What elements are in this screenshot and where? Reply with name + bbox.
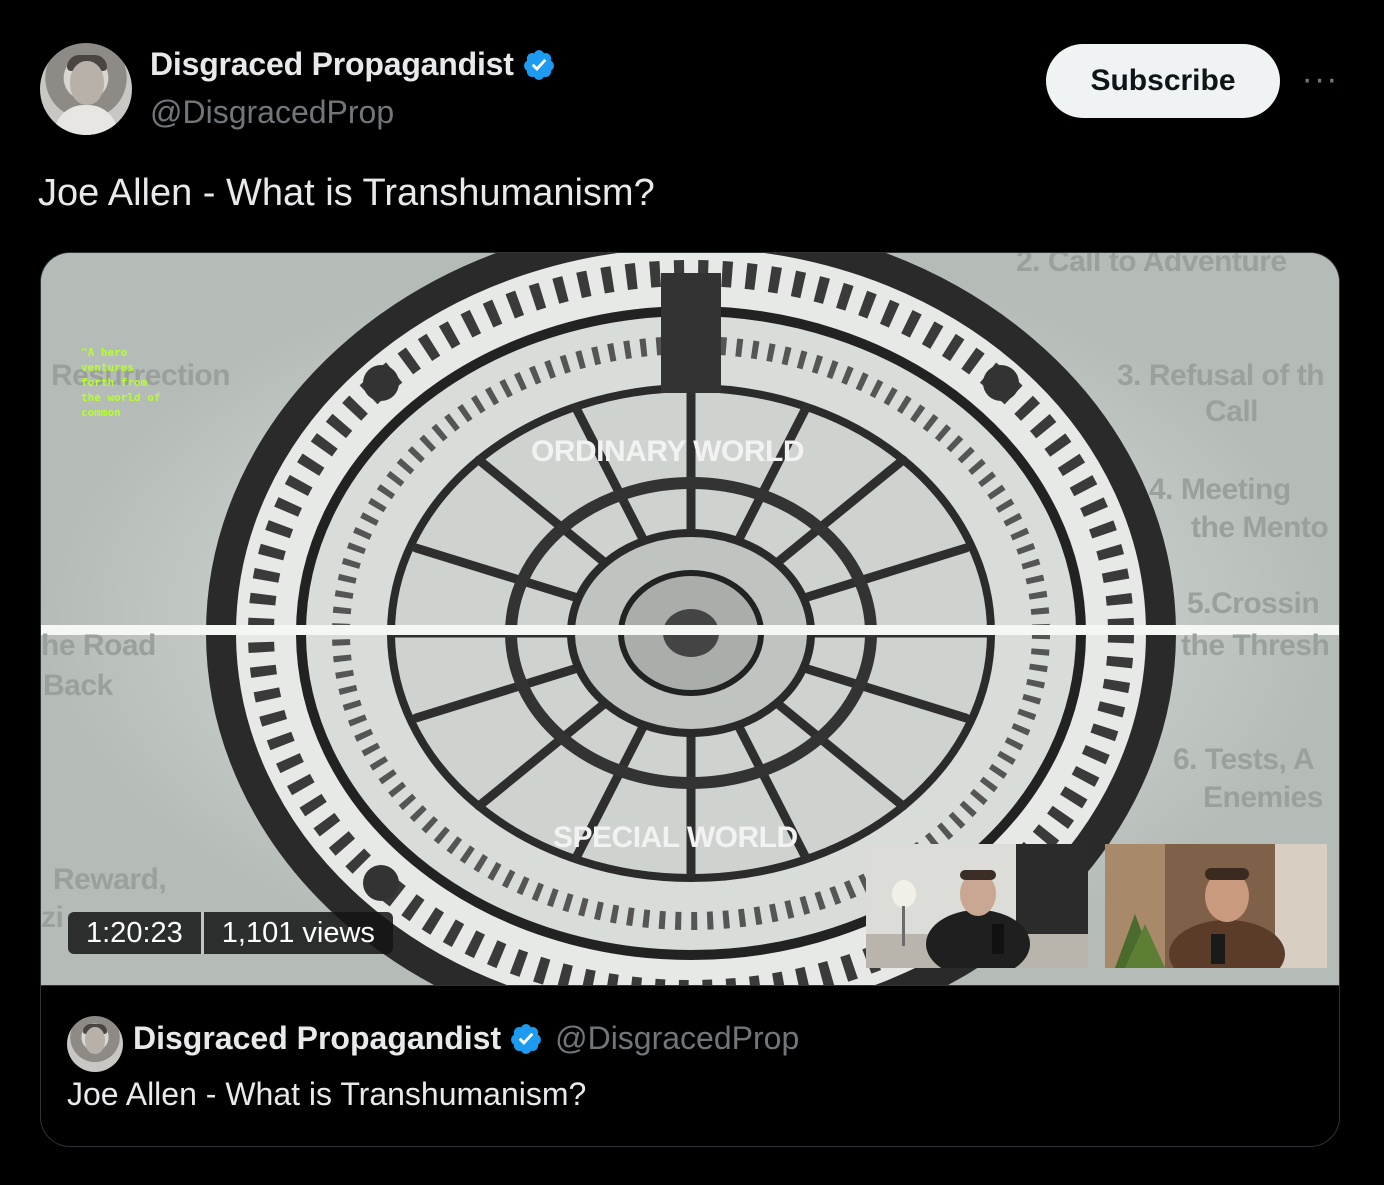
label-call-to-adventure: 2. Call to Adventure [1016,253,1287,278]
label-special-world: SPECIAL WORLD [553,821,798,854]
webcam-panel-right [1105,844,1327,968]
label-crossing-2: the Thresh [1181,629,1330,662]
green-caption: "A hero ventures forth from the world of… [81,345,160,420]
more-options-icon[interactable]: ··· [1300,62,1340,96]
label-meeting-1: 4. Meeting [1149,473,1291,506]
avatar-face [70,61,104,105]
label-ordinary-world: ORDINARY WORLD [531,435,805,468]
label-reward-2: zi [41,901,64,934]
video-card[interactable]: ORDINARY WORLD SPECIAL WORLD 2. Call to … [40,252,1340,1147]
quoted-text: Joe Allen - What is Transhumanism? [67,1076,587,1112]
webcam-right-image [1105,844,1327,968]
label-meeting-2: the Mento [1191,511,1329,544]
green-caption-line: "A hero [81,346,128,359]
video-duration: 1:20:23 [68,912,201,954]
green-caption-line: the world of [81,391,161,404]
green-caption-line: forth from [81,376,148,389]
author-handle[interactable]: @DisgracedProp [150,94,394,131]
author-avatar[interactable] [40,43,132,135]
quoted-author-handle[interactable]: @DisgracedProp [555,1020,799,1057]
tweet-text: Joe Allen - What is Transhumanism? [38,172,655,214]
label-refusal-1: 3. Refusal of th [1117,359,1325,392]
avatar-face [85,1027,105,1054]
video-stats-pill: 1:20:23 1,101 views [68,912,393,954]
label-refusal-2: Call [1205,395,1259,428]
label-tests-2: Enemies [1203,781,1323,814]
webcam-panel-left [866,844,1088,968]
label-road-1: he Road [41,629,156,662]
green-caption-line: ventures [81,361,134,374]
author-name-row: Disgraced Propagandist [150,46,556,83]
verified-badge-icon [511,1023,541,1054]
video-views: 1,101 views [203,912,393,954]
label-reward-1: Reward, [53,863,167,896]
webcam-left-image [866,844,1088,968]
quoted-author-name[interactable]: Disgraced Propagandist [133,1020,501,1057]
label-crossing-1: 5.Crossin [1187,587,1320,620]
subscribe-button[interactable]: Subscribe [1046,44,1280,118]
label-tests-1: 6. Tests, A [1173,743,1315,776]
author-name[interactable]: Disgraced Propagandist [150,46,514,83]
avatar-shirt [54,105,118,135]
quoted-post[interactable]: Disgraced Propagandist @DisgracedProp Jo… [41,985,1339,1146]
video-player[interactable]: ORDINARY WORLD SPECIAL WORLD 2. Call to … [41,253,1339,985]
verified-badge-icon [523,49,554,80]
quoted-avatar[interactable] [67,1016,123,1072]
green-caption-line: common [81,406,121,419]
label-road-2: Back [43,669,113,702]
quoted-name-row: Disgraced Propagandist @DisgracedProp [133,1020,799,1057]
